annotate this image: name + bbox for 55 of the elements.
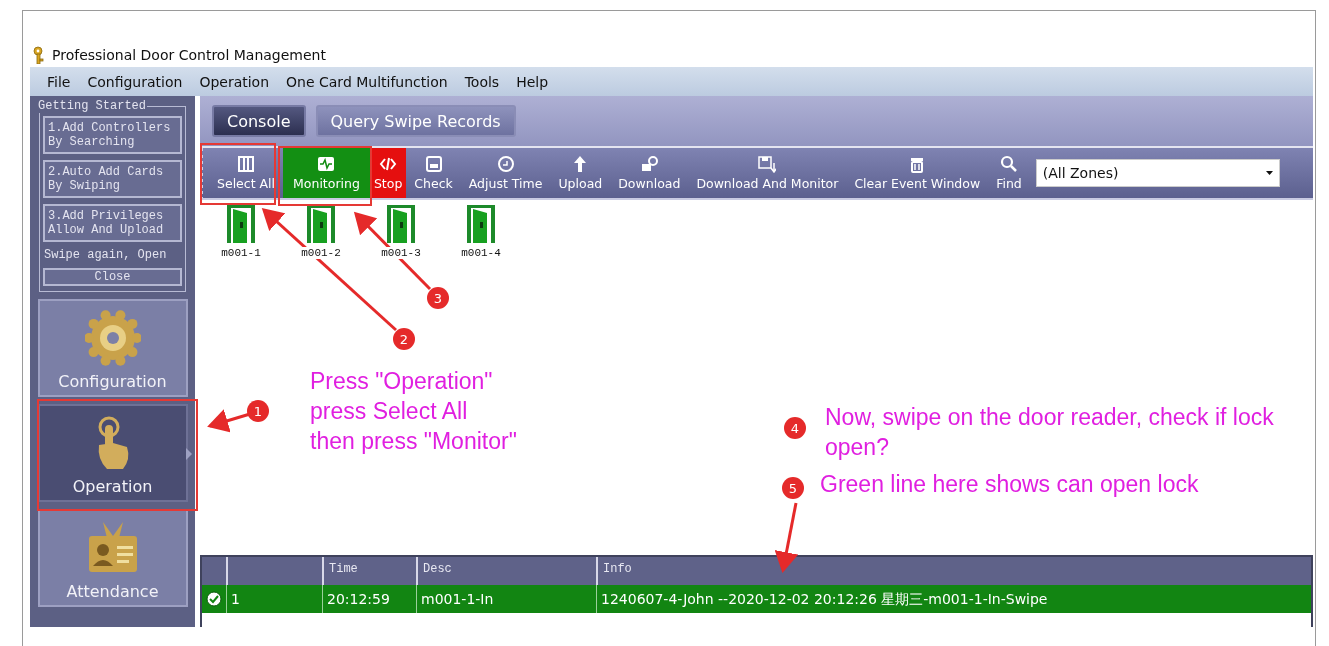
menu-item[interactable]: One Card Multifunction xyxy=(279,73,458,90)
dropdown-value: (All Zones) xyxy=(1042,165,1119,181)
tab[interactable]: Query Swipe Records xyxy=(315,105,516,137)
menu-item[interactable]: Configuration xyxy=(80,73,193,90)
table-cell: 1240607-4-John --2020-12-02 20:12:26 星期三-m001-1-In-Swipe xyxy=(596,585,1311,613)
nav-button[interactable]: Attendance xyxy=(37,509,188,607)
menu-item[interactable]: File xyxy=(40,73,81,90)
tab[interactable]: Console xyxy=(212,105,306,137)
door-label: m001-1 xyxy=(219,247,263,259)
table-cell: 20:12:59 xyxy=(322,585,416,613)
save-icon xyxy=(758,155,777,173)
step-button[interactable]: 3.Add Privileges Allow And Upload xyxy=(43,204,182,242)
toolbar-button[interactable]: Find xyxy=(988,148,1030,198)
toolbar-button[interactable]: Upload xyxy=(550,148,611,198)
menu-item[interactable]: Tools xyxy=(457,73,510,90)
menu-item[interactable]: Help xyxy=(509,73,559,90)
close-button[interactable]: Close xyxy=(43,268,182,286)
toolbar-button[interactable]: Select All xyxy=(209,148,284,198)
hint-text: Swipe again, Open xyxy=(43,248,168,262)
door-label: m001-4 xyxy=(459,247,503,259)
key-icon xyxy=(640,155,659,173)
door-label: m001-2 xyxy=(299,247,343,259)
tray-icon xyxy=(424,155,443,173)
door-icon xyxy=(227,205,255,243)
dropdown-caret-icon xyxy=(1265,171,1273,175)
table-cell: 1 xyxy=(226,585,322,613)
table-cell: m001-1-In xyxy=(416,585,596,613)
search-icon xyxy=(999,155,1018,173)
toolbar-button[interactable]: Monitoring xyxy=(283,148,370,198)
door-icon xyxy=(307,205,335,243)
window-title: Professional Door Control Management xyxy=(52,46,326,63)
step-button[interactable]: 2.Auto Add Cards By Swiping xyxy=(43,160,182,198)
toolbar-button[interactable]: Download And Monitor xyxy=(688,148,847,198)
toolbar-button[interactable]: Download xyxy=(610,148,689,198)
toolbar-button[interactable]: Clear Event Window xyxy=(846,148,989,198)
table-row[interactable]: 1 20:12:59 m001-1-In 1240607-4-John --2020-12-02 20:12:26 星期三-m001-1-In-Swipe xyxy=(202,585,1311,613)
toolbar-button[interactable]: Check xyxy=(406,148,461,198)
door-label: m001-3 xyxy=(379,247,423,259)
pointer-arrow xyxy=(774,502,799,573)
panel-title: Getting Started xyxy=(37,99,148,113)
selection-pointer xyxy=(185,448,192,460)
door-icon xyxy=(387,205,415,243)
check-icon xyxy=(206,591,222,607)
columns-icon xyxy=(237,155,255,173)
step-button[interactable]: 1.Add Controllers By Searching xyxy=(43,116,182,154)
key-icon xyxy=(32,45,46,64)
gear-icon xyxy=(84,310,141,366)
clock-icon xyxy=(496,155,515,173)
code-icon xyxy=(379,155,398,173)
door-icon xyxy=(467,205,495,243)
toolbar-button[interactable]: Adjust Time xyxy=(460,148,551,198)
menu-item[interactable]: Operation xyxy=(192,73,280,90)
zone-dropdown[interactable]: (All Zones) xyxy=(1035,159,1280,187)
nav-button[interactable]: Configuration xyxy=(37,299,188,397)
pulse-icon xyxy=(317,155,336,173)
